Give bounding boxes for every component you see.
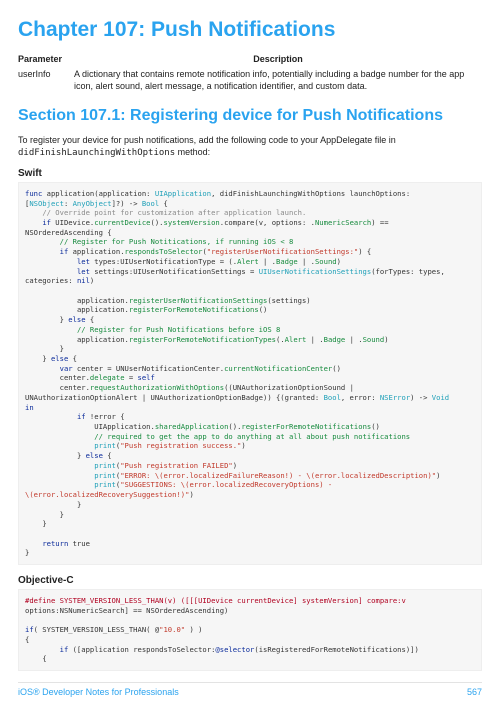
objc-heading: Objective-C <box>18 575 482 586</box>
intro-paragraph: To register your device for push notific… <box>18 134 482 160</box>
intro-b: didFinishLaunchingWithOptions <box>18 148 175 158</box>
parameter-table: Parameter Description userInfo A diction… <box>18 52 482 94</box>
objc-code-block: #define SYSTEM_VERSION_LESS_THAN(v) ([[[… <box>18 589 482 671</box>
page-number: 567 <box>467 687 482 697</box>
intro-c: method: <box>175 147 210 157</box>
th-description: Description <box>74 52 482 66</box>
td-param-key: userInfo <box>18 66 74 94</box>
swift-heading: Swift <box>18 168 482 179</box>
swift-code-block: func application(application: UIApplicat… <box>18 182 482 565</box>
td-param-val: A dictionary that contains remote notifi… <box>74 66 482 94</box>
page-footer: iOS® Developer Notes for Professionals 5… <box>18 682 482 697</box>
intro-a: To register your device for push notific… <box>18 135 396 145</box>
table-row: userInfo A dictionary that contains remo… <box>18 66 482 94</box>
section-title: Section 107.1: Registering device for Pu… <box>18 106 482 125</box>
footer-left: iOS® Developer Notes for Professionals <box>18 687 179 697</box>
chapter-title: Chapter 107: Push Notifications <box>18 18 482 42</box>
th-parameter: Parameter <box>18 52 74 66</box>
